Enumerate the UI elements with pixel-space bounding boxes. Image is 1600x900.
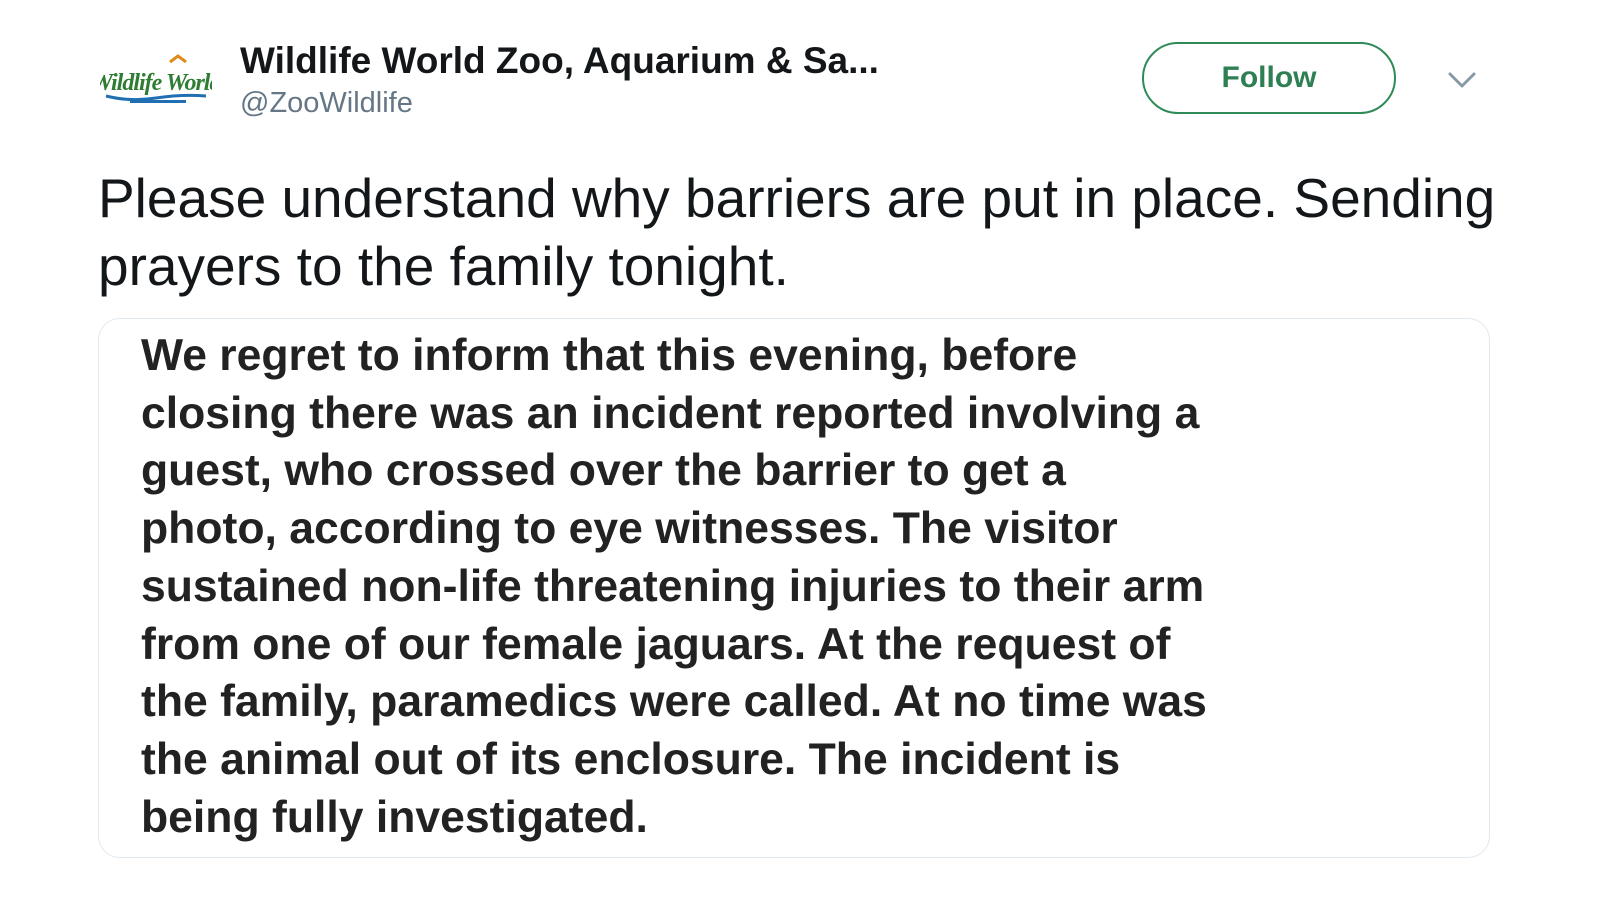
follow-button[interactable]: Follow	[1142, 42, 1396, 114]
attached-image-text: We regret to inform that this evening, b…	[141, 331, 1207, 842]
tweet-text: Please understand why barriers are put i…	[98, 167, 1496, 297]
tweet-header: Wildlife World Wildlife World Zoo, Aquar…	[100, 34, 1520, 134]
chevron-down-icon[interactable]	[1440, 66, 1484, 96]
follow-button-label: Follow	[1221, 61, 1317, 94]
author-display-name[interactable]: Wildlife World Zoo, Aquarium & Sa...	[240, 38, 879, 84]
avatar[interactable]: Wildlife World	[100, 50, 212, 122]
author-names: Wildlife World Zoo, Aquarium & Sa... @Zo…	[240, 38, 879, 122]
attached-image[interactable]: We regret to inform that this evening, b…	[98, 318, 1490, 858]
tweet: Wildlife World Wildlife World Zoo, Aquar…	[0, 0, 1600, 900]
avatar-logo-text: Wildlife World	[100, 70, 212, 96]
author-handle[interactable]: @ZooWildlife	[240, 84, 879, 122]
